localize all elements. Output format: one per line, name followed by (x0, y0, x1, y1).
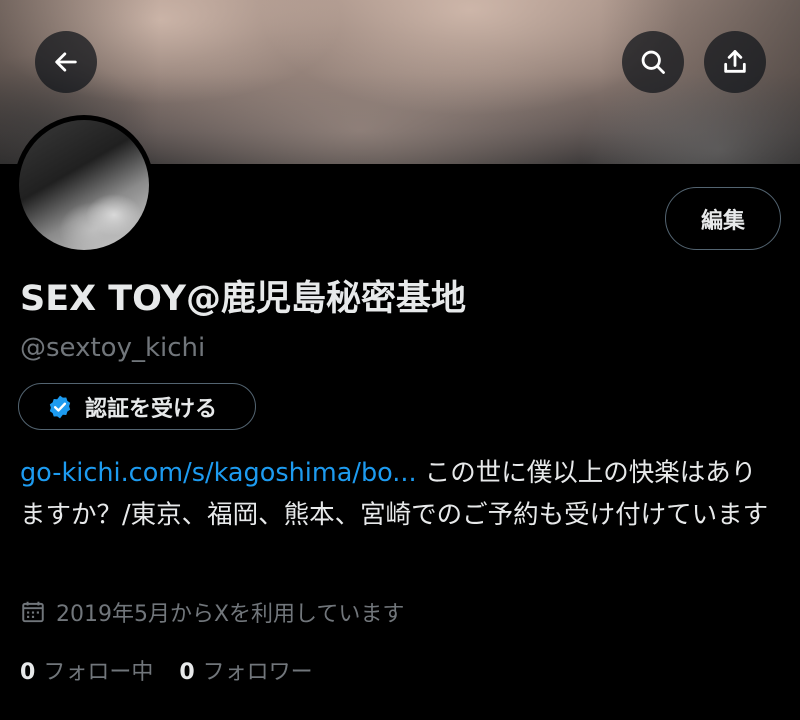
avatar[interactable] (14, 115, 154, 255)
arrow-left-icon (55, 52, 77, 72)
share-icon (724, 50, 746, 73)
calendar-icon (22, 601, 44, 623)
followers-count: 0 (179, 660, 195, 685)
display-name: SEX TOY@鹿児島秘密基地 (20, 279, 467, 319)
user-handle: @sextoy_kichi (20, 333, 206, 363)
verified-badge-icon (49, 395, 71, 418)
search-button[interactable] (622, 31, 684, 93)
following-label: フォロー中 (43, 660, 154, 685)
following-link[interactable]: 0 フォロー中 (20, 654, 153, 686)
get-verified-button[interactable]: 認証を受ける (18, 383, 256, 430)
get-verified-label: 認証を受ける (85, 396, 218, 422)
profile-page: 編集 SEX TOY@鹿児島秘密基地 @sextoy_kichi 認証を受ける … (0, 0, 800, 720)
following-count: 0 (20, 660, 36, 685)
bio-link[interactable]: go-kichi.com/s/kagoshima/bo... (20, 458, 417, 488)
edit-profile-button[interactable]: 編集 (665, 187, 781, 250)
follow-stats: 0 フォロー中 0 フォロワー (20, 654, 339, 686)
followers-label: フォロワー (202, 660, 313, 685)
followers-link[interactable]: 0 フォロワー (179, 654, 312, 686)
share-button[interactable] (704, 31, 766, 93)
join-date-text: 2019年5月からXを利用しています (56, 602, 405, 627)
avatar-image (19, 120, 149, 250)
back-button[interactable] (35, 31, 97, 93)
search-icon (641, 50, 665, 74)
profile-bio: go-kichi.com/s/kagoshima/bo... この世に僕以上の快… (20, 452, 780, 536)
join-date: 2019年5月からXを利用しています (20, 596, 404, 628)
